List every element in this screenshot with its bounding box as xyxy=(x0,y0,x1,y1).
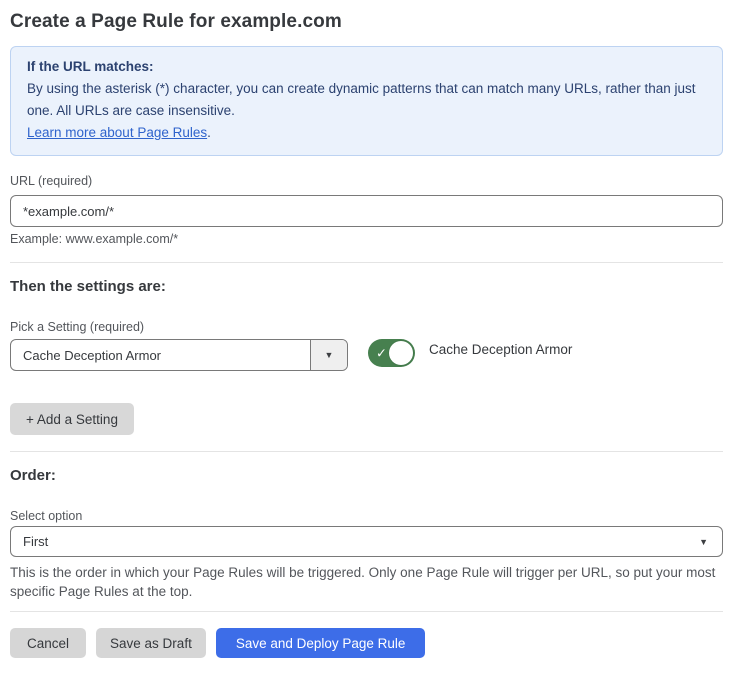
setting-toggle[interactable]: ✓ xyxy=(368,339,415,367)
url-helper: Example: www.example.com/* xyxy=(10,232,723,246)
dropdown-arrow-icon: ▼ xyxy=(325,350,334,360)
learn-more-link[interactable]: Learn more about Page Rules xyxy=(27,125,207,140)
link-suffix: . xyxy=(207,125,211,140)
save-draft-button[interactable]: Save as Draft xyxy=(96,628,206,658)
info-body: By using the asterisk (*) character, you… xyxy=(27,78,706,122)
divider xyxy=(10,451,723,452)
cancel-button[interactable]: Cancel xyxy=(10,628,86,658)
order-heading: Order: xyxy=(10,467,723,484)
setting-picker-value: Cache Deception Armor xyxy=(11,340,310,370)
page-rule-form: Create a Page Rule for example.com If th… xyxy=(0,0,750,676)
divider xyxy=(10,611,723,612)
order-select-label: Select option xyxy=(10,509,723,523)
setting-row: Cache Deception Armor ▼ ✓ Cache Deceptio… xyxy=(10,339,723,371)
settings-heading: Then the settings are: xyxy=(10,278,723,295)
toggle-setting-label: Cache Deception Armor xyxy=(429,339,572,357)
setting-picker[interactable]: Cache Deception Armor ▼ xyxy=(10,339,348,371)
url-label: URL (required) xyxy=(10,174,723,188)
page-title: Create a Page Rule for example.com xyxy=(10,11,723,33)
add-setting-button[interactable]: + Add a Setting xyxy=(10,403,134,435)
url-input[interactable] xyxy=(10,195,723,227)
check-icon: ✓ xyxy=(376,347,387,360)
footer-actions: Cancel Save as Draft Save and Deploy Pag… xyxy=(10,628,723,658)
order-select[interactable]: First ▼ xyxy=(10,526,723,557)
dropdown-arrow-icon: ▼ xyxy=(699,537,708,547)
setting-picker-label: Pick a Setting (required) xyxy=(10,320,723,334)
toggle-knob xyxy=(389,341,413,365)
save-deploy-button[interactable]: Save and Deploy Page Rule xyxy=(216,628,426,658)
order-select-value: First xyxy=(23,534,48,549)
info-heading: If the URL matches: xyxy=(27,56,706,78)
order-helper: This is the order in which your Page Rul… xyxy=(10,563,723,601)
info-link-line: Learn more about Page Rules. xyxy=(27,122,706,144)
url-match-info-box: If the URL matches: By using the asteris… xyxy=(10,46,723,156)
divider xyxy=(10,262,723,263)
setting-picker-arrow-button[interactable]: ▼ xyxy=(310,340,347,370)
